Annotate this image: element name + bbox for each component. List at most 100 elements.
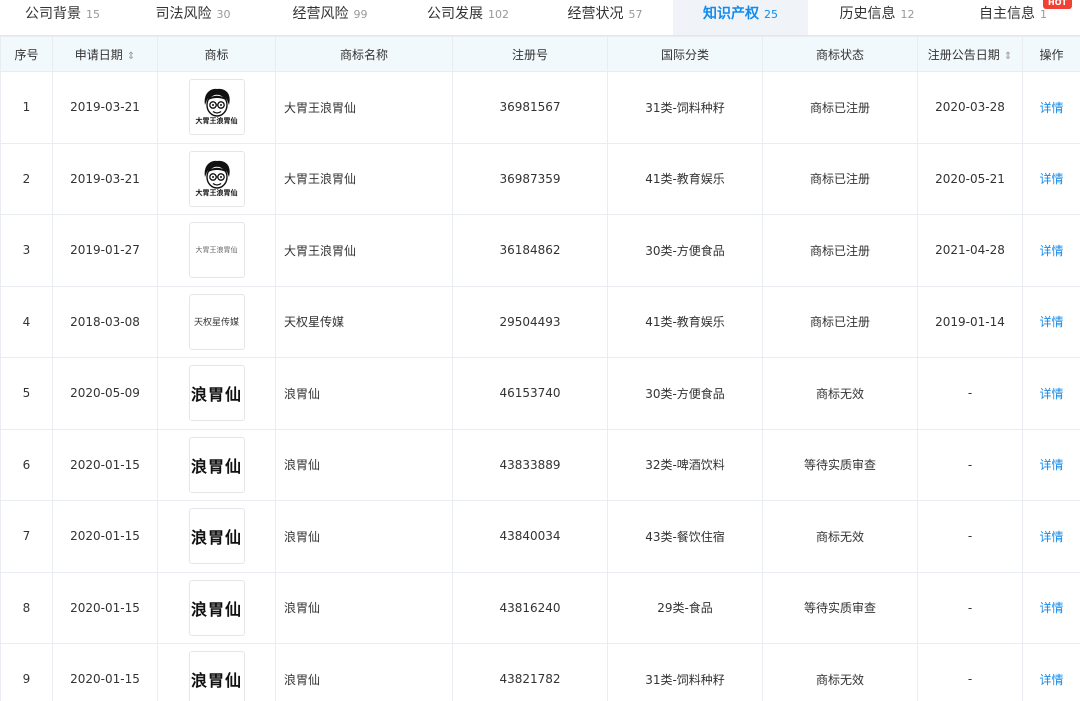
- trademark-logo: 大胃王浪胃仙: [196, 88, 238, 126]
- tab-judicial-risk[interactable]: 司法风险 30: [125, 0, 261, 35]
- tab-company-background[interactable]: 公司背景 15: [0, 0, 125, 35]
- detail-link[interactable]: 详情: [1039, 244, 1063, 258]
- cell-index: 3: [0, 214, 53, 287]
- logo-frame[interactable]: 大胃王浪胃仙: [188, 150, 245, 207]
- trademark-logo: 浪胃仙: [190, 528, 242, 548]
- cell-category: 30类-方便食品: [607, 214, 763, 287]
- table-row: 8 2020-01-15 浪胃仙 浪胃仙 43816240 29类-食品 等待实质审查 - 详情: [0, 571, 1080, 644]
- cell-status: 商标已注册: [762, 285, 918, 358]
- cell-index: 5: [0, 357, 53, 430]
- cell-notice-date: -: [917, 500, 1023, 573]
- cell-logo: 浪胃仙: [157, 357, 276, 430]
- cell-reg-no: 36184862: [452, 214, 608, 287]
- cell-logo: 浪胃仙: [157, 428, 276, 501]
- detail-link[interactable]: 详情: [1039, 458, 1063, 472]
- cell-category: 43类-餐饮住宿: [607, 500, 763, 573]
- cell-index: 2: [0, 142, 53, 215]
- tab-company-development[interactable]: 公司发展 102: [399, 0, 537, 35]
- logo-frame[interactable]: 浪胃仙: [188, 508, 245, 565]
- tab-intellectual-property[interactable]: 知识产权 25: [673, 0, 808, 35]
- cell-name: 大胃王浪胃仙: [275, 71, 453, 144]
- cell-category: 29类-食品: [607, 571, 763, 644]
- cell-name: 浪胃仙: [275, 428, 453, 501]
- logo-frame[interactable]: 浪胃仙: [188, 651, 245, 701]
- cell-name: 浪胃仙: [275, 571, 453, 644]
- cell-index: 9: [0, 643, 53, 701]
- cell-notice-date: -: [917, 357, 1023, 430]
- header-category: 国际分类: [607, 36, 763, 72]
- detail-link[interactable]: 详情: [1039, 530, 1063, 544]
- cell-status: 商标已注册: [762, 71, 918, 144]
- detail-link[interactable]: 详情: [1039, 601, 1063, 615]
- tab-count: 25: [764, 8, 778, 21]
- tab-count: 1: [1040, 8, 1047, 21]
- cell-category: 31类-饲料种籽: [607, 643, 763, 701]
- tab-count: 102: [488, 8, 509, 21]
- logo-frame[interactable]: 浪胃仙: [188, 365, 245, 422]
- tab-label: 公司发展: [427, 6, 483, 22]
- detail-link[interactable]: 详情: [1039, 315, 1063, 329]
- cell-reg-no: 43840034: [452, 500, 608, 573]
- cell-action: 详情: [1022, 357, 1080, 430]
- cell-index: 6: [0, 428, 53, 501]
- detail-link[interactable]: 详情: [1039, 172, 1063, 186]
- cell-action: 详情: [1022, 214, 1080, 287]
- table-row: 1 2019-03-21 大胃王浪胃仙 大胃王浪胃仙 36981567 31类-饲料种籽商…: [0, 71, 1080, 144]
- cell-reg-no: 36981567: [452, 71, 608, 144]
- trademark-logo: 大胃王浪胃仙: [195, 246, 238, 255]
- cell-category: 32类-啤酒饮料: [607, 428, 763, 501]
- trademark-logo: 浪胃仙: [190, 671, 242, 691]
- cell-status: 商标无效: [762, 357, 918, 430]
- cell-logo: 大胃王浪胃仙: [157, 214, 276, 287]
- logo-caption: 大胃王浪胃仙: [195, 117, 238, 126]
- cell-reg-no: 46153740: [452, 357, 608, 430]
- cell-notice-date: -: [917, 428, 1023, 501]
- cell-category: 41类-教育娱乐: [607, 285, 763, 358]
- table-row: 3 2019-01-27 大胃王浪胃仙 大胃王浪胃仙 36184862 30类-方便食品商…: [0, 214, 1080, 287]
- detail-link[interactable]: 详情: [1039, 387, 1063, 401]
- tab-label: 司法风险: [155, 6, 212, 22]
- cell-category: 41类-教育娱乐: [607, 142, 763, 215]
- tab-operating-risk[interactable]: 经营风险 99: [261, 0, 399, 35]
- header-action: 操作: [1022, 36, 1080, 72]
- cell-reg-no: 43816240: [452, 571, 608, 644]
- cell-reg-no: 36987359: [452, 142, 608, 215]
- cell-notice-date: 2020-03-28: [917, 71, 1023, 144]
- header-label: 申请日期: [74, 47, 123, 62]
- detail-link[interactable]: 详情: [1039, 101, 1063, 115]
- cell-notice-date: 2019-01-14: [917, 285, 1023, 358]
- tab-count: 30: [216, 8, 231, 21]
- table-row: 4 2018-03-08 天权星传媒 天权星传媒 29504493 41类-教育娱乐 商标已…: [0, 285, 1080, 358]
- cell-status: 等待实质审查: [762, 428, 918, 501]
- cell-notice-date: -: [917, 571, 1023, 644]
- header-reg-no: 注册号: [452, 36, 608, 72]
- table-row: 6 2020-01-15 浪胃仙 浪胃仙 43833889 32类-啤酒饮料 等待实质审查 -…: [0, 428, 1080, 501]
- sort-icon[interactable]: ⇕: [1004, 51, 1012, 62]
- detail-link[interactable]: 详情: [1039, 673, 1063, 687]
- tab-count: 12: [900, 8, 915, 21]
- hot-badge: HOT: [1043, 0, 1072, 9]
- cell-logo: 大胃王浪胃仙: [157, 142, 276, 215]
- cell-apply-date: 2020-01-15: [52, 500, 158, 573]
- tab-self-info[interactable]: 自主信息 1 HOT: [946, 0, 1080, 35]
- cell-index: 4: [0, 285, 53, 358]
- tab-operating-status[interactable]: 经营状况 57: [537, 0, 673, 35]
- cell-index: 8: [0, 571, 53, 644]
- cell-notice-date: 2021-04-28: [917, 214, 1023, 287]
- header-index: 序号: [0, 36, 53, 72]
- tab-history-info[interactable]: 历史信息 12: [808, 0, 946, 35]
- tab-label: 经营状况: [567, 6, 624, 22]
- cell-status: 等待实质审查: [762, 571, 918, 644]
- trademark-table: 序号 申请日期 ⇕ 商标 商标名称 注册号 国际分类 商标状态 注册公告日期 ⇕ 操…: [0, 36, 1080, 701]
- logo-frame[interactable]: 浪胃仙: [188, 436, 245, 493]
- sort-icon[interactable]: ⇕: [127, 51, 135, 62]
- logo-frame[interactable]: 天权星传媒: [188, 293, 245, 350]
- table-header-row: 序号 申请日期 ⇕ 商标 商标名称 注册号 国际分类 商标状态 注册公告日期 ⇕ 操…: [0, 36, 1080, 72]
- logo-frame[interactable]: 浪胃仙: [188, 579, 245, 636]
- cell-action: 详情: [1022, 500, 1080, 573]
- header-apply-date[interactable]: 申请日期 ⇕: [52, 36, 158, 72]
- logo-frame[interactable]: 大胃王浪胃仙: [188, 79, 245, 136]
- logo-frame[interactable]: 大胃王浪胃仙: [188, 222, 245, 279]
- header-notice-date[interactable]: 注册公告日期 ⇕: [917, 36, 1023, 72]
- cell-status: 商标已注册: [762, 142, 918, 215]
